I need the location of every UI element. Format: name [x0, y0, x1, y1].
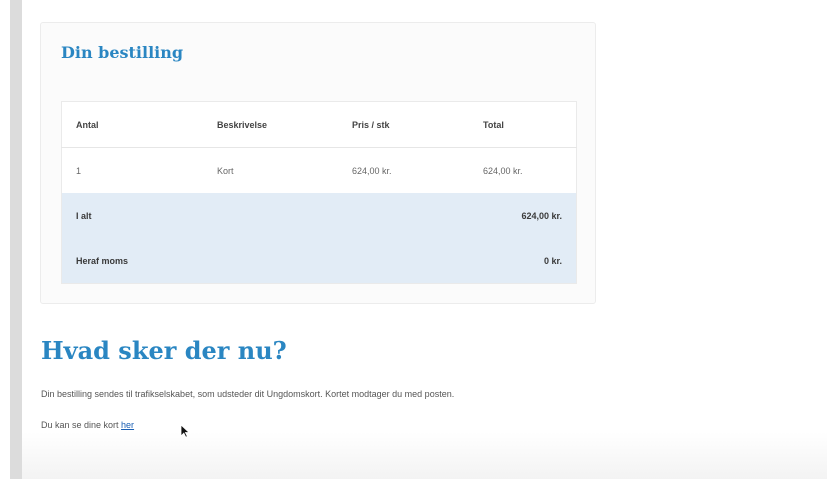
cell-description: Kort — [217, 165, 234, 176]
total-value: 624,00 kr. — [469, 193, 577, 238]
column-header-description: Beskrivelse — [203, 101, 338, 148]
order-table: Antal Beskrivelse Pris / stk Total 1 Kor… — [61, 101, 577, 284]
cell-total: 624,00 kr. — [483, 165, 523, 176]
my-cards-prefix: Du kan se dine kort — [41, 420, 122, 430]
column-header-total: Total — [469, 101, 577, 148]
vat-label: Heraf moms — [61, 238, 203, 284]
total-label: I alt — [61, 193, 203, 238]
cell-unit-price: 624,00 kr. — [352, 165, 392, 176]
page-bottom-fade — [22, 432, 827, 479]
next-steps-text: Din bestilling sendes til trafikselskabe… — [41, 389, 455, 399]
column-header-quantity: Antal — [61, 101, 203, 148]
order-title: Din bestilling — [61, 43, 184, 62]
left-sidebar-edge — [10, 0, 22, 479]
my-cards-line: Du kan se dine kort her — [41, 420, 134, 430]
vat-value: 0 kr. — [469, 238, 577, 284]
next-steps-heading: Hvad sker der nu? — [41, 336, 287, 365]
total-row: I alt 624,00 kr. — [61, 193, 577, 238]
order-summary-card: Din bestilling Antal Beskrivelse Pris / … — [40, 22, 596, 304]
column-header-unit-price: Pris / stk — [338, 101, 469, 148]
my-cards-link[interactable]: her — [121, 420, 134, 430]
table-row: 1 Kort 624,00 kr. 624,00 kr. — [62, 148, 577, 194]
table-header-row: Antal Beskrivelse Pris / stk Total — [61, 101, 577, 148]
vat-row: Heraf moms 0 kr. — [61, 238, 577, 284]
cell-quantity: 1 — [76, 165, 82, 176]
mouse-cursor-icon — [180, 424, 190, 438]
